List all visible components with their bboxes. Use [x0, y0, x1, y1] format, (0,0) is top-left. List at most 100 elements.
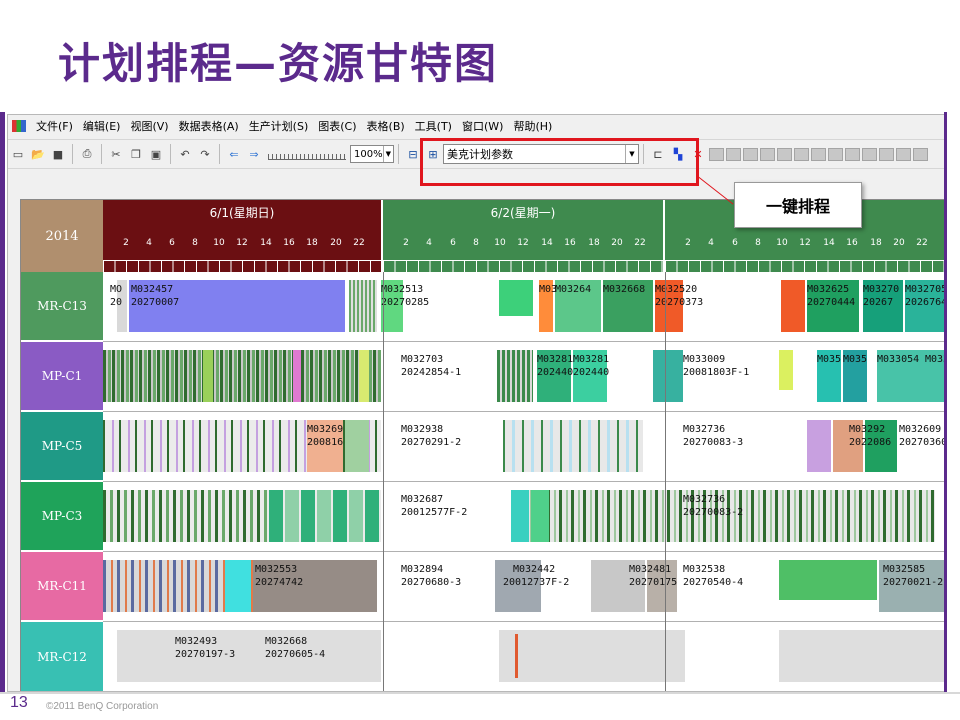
- task-bar[interactable]: [503, 420, 643, 472]
- task-label: 20267644: [905, 297, 944, 308]
- hour-tick: 14: [260, 238, 272, 248]
- task-bar[interactable]: [225, 560, 251, 612]
- task-label: M032705: [905, 284, 945, 295]
- task-label: 20270007: [131, 297, 180, 308]
- menu-window[interactable]: 窗口(W): [457, 118, 508, 134]
- paste-icon[interactable]: ▣: [148, 146, 164, 162]
- hour-tick: 18: [588, 238, 600, 248]
- task-label: M033009: [683, 354, 726, 365]
- task-label: M032538: [683, 564, 726, 575]
- task-bar[interactable]: [781, 280, 805, 332]
- disabled-tool-icon: [709, 147, 724, 161]
- task-bar[interactable]: [511, 490, 529, 542]
- cancel-schedule-icon[interactable]: ✕: [690, 146, 706, 162]
- redo-icon[interactable]: ↷: [197, 146, 213, 162]
- task-label: 20: [110, 297, 123, 308]
- copy-icon[interactable]: ❐: [128, 146, 144, 162]
- open-icon[interactable]: 📂: [30, 146, 46, 162]
- task-bar[interactable]: [779, 630, 944, 682]
- menu-data-table[interactable]: 数据表格(A): [174, 118, 244, 134]
- save-icon[interactable]: ■: [50, 146, 66, 162]
- resource-label[interactable]: MP-C3: [21, 482, 103, 552]
- menu-chart[interactable]: 图表(C): [313, 118, 361, 134]
- task-bar[interactable]: [497, 350, 533, 402]
- toolbar-separator: [398, 144, 399, 164]
- task-bar[interactable]: [653, 350, 683, 402]
- slide-title: 计划排程—资源甘特图: [58, 39, 499, 88]
- task-label: M032520: [655, 284, 698, 295]
- hour-ticks: 2 4 6 8 10 12 14 16 18 20 22: [665, 238, 944, 254]
- menubar: 文件(F) 编辑(E) 视图(V) 数据表格(A) 生产计划(S) 图表(C) …: [8, 115, 944, 137]
- menu-edit[interactable]: 编辑(E): [78, 118, 126, 134]
- hour-tick: 18: [870, 238, 882, 248]
- task-bar[interactable]: [779, 560, 877, 600]
- hour-tick: 22: [634, 238, 646, 248]
- cut-icon[interactable]: ✂: [108, 146, 124, 162]
- task-label: 20270197-3: [175, 649, 236, 660]
- task-label: 20270605-4: [265, 649, 326, 660]
- menu-table[interactable]: 表格(B): [362, 118, 410, 134]
- task-label: 20270083-3: [683, 437, 744, 448]
- task-bar[interactable]: [359, 350, 369, 402]
- task-bar[interactable]: [117, 630, 381, 682]
- hour-tick: 16: [846, 238, 858, 248]
- task-bar[interactable]: [515, 634, 518, 678]
- hour-tick: 4: [708, 238, 714, 248]
- task-label: M032609: [899, 424, 942, 435]
- menu-tools[interactable]: 工具(T): [410, 118, 457, 134]
- task-bar[interactable]: [269, 490, 379, 542]
- zoom-select[interactable]: 100% ▼: [350, 145, 394, 163]
- resource-label[interactable]: MR-C11: [21, 552, 103, 622]
- task-bar[interactable]: [203, 350, 213, 402]
- task-bar-cluster[interactable]: [103, 350, 381, 402]
- task-bar[interactable]: [531, 490, 549, 542]
- color-schedule-icon[interactable]: ▚: [670, 146, 686, 162]
- task-label: 20270175: [629, 577, 678, 588]
- plan-param-icon[interactable]: ⊞: [425, 146, 441, 162]
- task-label: M03281: [573, 354, 610, 365]
- print-icon[interactable]: ⎙: [79, 146, 95, 162]
- disabled-tool-icon: [726, 147, 741, 161]
- menu-file[interactable]: 文件(F): [31, 118, 78, 134]
- day-label: 6/2(星期一): [490, 206, 556, 220]
- resource-label[interactable]: MR-C13: [21, 272, 103, 342]
- task-bar[interactable]: [349, 280, 377, 332]
- back-icon[interactable]: ⇐: [226, 146, 242, 162]
- disabled-tool-icon: [760, 147, 775, 161]
- hour-tick: 20: [611, 238, 623, 248]
- undo-icon[interactable]: ↶: [177, 146, 193, 162]
- zoom-slider[interactable]: [268, 148, 346, 160]
- menu-production-plan[interactable]: 生产计划(S): [244, 118, 314, 134]
- resource-label[interactable]: MR-C12: [21, 622, 103, 691]
- task-bar[interactable]: [807, 420, 831, 472]
- new-icon[interactable]: ▭: [10, 146, 26, 162]
- task-label: M03264: [555, 284, 592, 295]
- hour-tick: 6: [732, 238, 738, 248]
- resource-label[interactable]: MP-C1: [21, 342, 103, 412]
- run-plan-icon[interactable]: ⊟: [405, 146, 421, 162]
- day-header-2: 6/2(星期一) 2 4 6 8 10 12 14 16 18 20 22: [383, 200, 665, 272]
- one-click-schedule-icon[interactable]: ⊏: [650, 146, 666, 162]
- task-bar[interactable]: [345, 420, 369, 472]
- task-label: 20270285: [381, 297, 430, 308]
- plan-parameter-select[interactable]: 美克计划参数 ▼: [443, 144, 639, 164]
- task-label: 20270540-4: [683, 577, 744, 588]
- plan-select-value: 美克计划参数: [447, 148, 513, 161]
- menu-help[interactable]: 帮助(H): [508, 118, 557, 134]
- task-label: M032668: [265, 636, 308, 647]
- task-label: 200816: [307, 437, 344, 448]
- task-bar[interactable]: [293, 350, 301, 402]
- task-label: 20270021-2: [883, 577, 944, 588]
- task-bar[interactable]: [779, 350, 793, 390]
- one-click-schedule-callout: 一键排程: [734, 182, 862, 228]
- menu-view[interactable]: 视图(V): [125, 118, 173, 134]
- gantt-row-mp-c5: M032938 20270291-2 M032736 20270083-3 M0…: [103, 412, 944, 482]
- task-bar[interactable]: [499, 280, 533, 316]
- hour-tick: 4: [426, 238, 432, 248]
- forward-icon[interactable]: ⇒: [246, 146, 262, 162]
- chevron-down-icon: ▼: [382, 146, 393, 162]
- task-bar[interactable]: [499, 630, 685, 682]
- gantt-row-mr-c11: M032553 20274742 M032894 20270680-3 M032…: [103, 552, 944, 622]
- resource-label[interactable]: MP-C5: [21, 412, 103, 482]
- hour-tick: 14: [823, 238, 835, 248]
